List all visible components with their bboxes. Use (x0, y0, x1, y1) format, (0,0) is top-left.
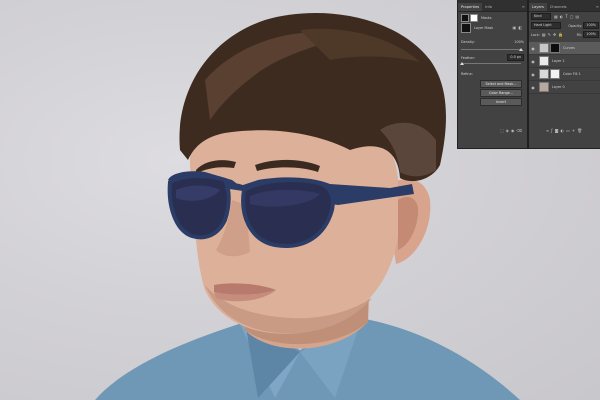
opacity-label: Opacity: (568, 23, 583, 28)
layer-mask-thumbnail-fill[interactable] (550, 69, 560, 79)
visibility-eye-icon[interactable]: ◉ (529, 85, 537, 90)
feather-value[interactable]: 0.0 px (507, 54, 524, 61)
feather-slider-knob[interactable] (460, 62, 464, 65)
toggle-mask-icon[interactable]: ◉ (511, 128, 515, 134)
blend-mode-dropdown[interactable]: Hard Light (531, 22, 561, 29)
blend-row: Hard Light Opacity: 100% (531, 22, 599, 29)
layers-tabs: Layers Channels ≡ (529, 0, 600, 12)
layer-thumbnail (539, 56, 549, 66)
layers-footer: ∞ ƒ ◙ ◐ ▭ + 🗑 (532, 128, 598, 134)
mask-type-row: Layer Mask ▣ ◧ (461, 23, 524, 33)
curves-adjustment-thumbnail (539, 43, 549, 53)
shape-filter-icon[interactable]: ▢ (570, 14, 574, 20)
filter-kind-dropdown[interactable]: Kind (531, 13, 551, 20)
layer-row-layer-0[interactable]: ◉ Layer 0 (529, 81, 600, 94)
lock-label: Lock: (531, 32, 540, 37)
pixel-filter-icon[interactable]: ▦ (554, 14, 558, 20)
tab-properties[interactable]: Properties (458, 3, 483, 11)
lock-image-icon[interactable]: ✎ (548, 32, 551, 38)
apply-mask-icon[interactable]: ◈ (506, 128, 509, 134)
color-fill-thumbnail (539, 69, 549, 79)
density-slider-track[interactable] (461, 49, 521, 50)
color-range-button[interactable]: Color Range... (480, 89, 522, 97)
adjust-filter-icon[interactable]: ◐ (560, 14, 564, 20)
trash-icon[interactable]: 🗑 (577, 128, 582, 134)
properties-panel: Properties Info ≡ Masks Layer Mask ▣ ◧ D… (458, 0, 529, 148)
visibility-eye-icon[interactable]: ◉ (529, 59, 537, 64)
load-selection-icon[interactable]: ⬚ (500, 128, 504, 134)
filter-row: Kind ▦ ◐ T ▢ ▤ (531, 13, 599, 20)
opacity-value[interactable]: 100% (583, 22, 599, 29)
feather-label: Feather: (461, 55, 475, 60)
layer-name: Curves (563, 46, 575, 50)
link-icon[interactable]: ∞ (546, 128, 549, 134)
tab-channels[interactable]: Channels (547, 3, 570, 11)
fx-icon[interactable]: ƒ (551, 128, 552, 134)
photoshop-panels: Properties Info ≡ Masks Layer Mask ▣ ◧ D… (457, 0, 600, 149)
mask-mode-icon[interactable] (461, 14, 469, 22)
lock-all-icon[interactable]: 🔒 (558, 32, 563, 38)
smart-filter-icon[interactable]: ▤ (576, 14, 580, 20)
refine-row: Refine: (461, 72, 524, 76)
density-row: Density: 100% (461, 40, 524, 44)
layer-row-color-fill-1[interactable]: ◉ Color Fill 1 (529, 68, 600, 81)
mode-label: Masks (481, 16, 492, 20)
new-layer-icon[interactable]: + (572, 128, 575, 134)
mask-icon[interactable]: ◙ (555, 128, 559, 134)
layers-panel: Layers Channels ≡ Kind ▦ ◐ T ▢ ▤ Hard Li… (529, 0, 600, 148)
panel-menu-icon[interactable]: ≡ (522, 3, 527, 11)
select-and-mask-button[interactable]: Select and Mask... (480, 80, 522, 88)
adjustment-icon[interactable]: ◐ (560, 128, 564, 134)
layer-row-curves[interactable]: ◉ Curves (529, 42, 600, 55)
properties-tabs: Properties Info ≡ (458, 0, 527, 12)
delete-mask-icon[interactable]: ⌫ (516, 128, 522, 134)
vector-mask-icon[interactable] (470, 14, 478, 22)
layer-mask-thumbnail-curves[interactable] (550, 43, 560, 53)
mode-row: Masks (461, 14, 524, 22)
visibility-eye-icon[interactable]: ◉ (529, 46, 537, 51)
tab-info[interactable]: Info (482, 3, 495, 11)
lock-row: Lock: ▦ ✎ ✥ 🔒 Fill: 100% (531, 31, 599, 38)
mask-type-label: Layer Mask (474, 26, 494, 30)
invert-button[interactable]: Invert (480, 98, 522, 106)
lock-pixels-icon[interactable]: ▦ (542, 32, 546, 38)
layers-menu-icon[interactable]: ≡ (596, 3, 600, 11)
feather-slider-track[interactable] (461, 63, 521, 64)
photo-layer-thumbnail (539, 82, 549, 92)
layer-name: Color Fill 1 (563, 72, 581, 76)
layer-mask-thumbnail[interactable] (461, 23, 471, 33)
folder-icon[interactable]: ▭ (566, 128, 570, 134)
visibility-eye-icon[interactable]: ◉ (529, 72, 537, 77)
layer-row-layer-1[interactable]: ◉ Layer 1 (529, 55, 600, 68)
fill-value[interactable]: 100% (583, 31, 599, 38)
lock-position-icon[interactable]: ✥ (553, 32, 556, 38)
type-filter-icon[interactable]: T (565, 14, 567, 20)
refine-label: Refine: (461, 72, 473, 76)
layer-name: Layer 0 (552, 85, 565, 89)
tab-layers[interactable]: Layers (529, 3, 547, 11)
vector-mask-add-icon[interactable]: ◧ (518, 25, 522, 31)
density-value[interactable]: 100% (514, 40, 524, 44)
feather-row: Feather: 0.0 px (461, 54, 524, 61)
density-label: Density: (461, 40, 475, 44)
fill-label: Fill: (576, 32, 583, 37)
select-mask-icon[interactable]: ▣ (512, 25, 516, 31)
density-slider-knob[interactable] (519, 48, 523, 51)
properties-footer: ⬚ ◈ ◉ ⌫ (461, 128, 524, 134)
layer-name: Layer 1 (552, 59, 565, 63)
